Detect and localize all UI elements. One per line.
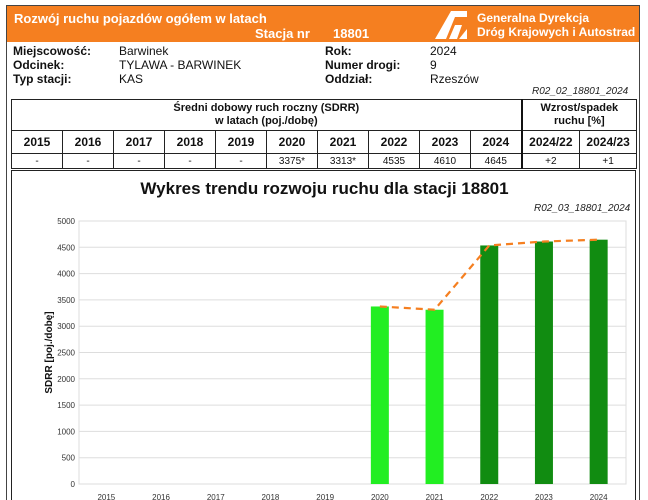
gddkia-road-logo-icon bbox=[435, 11, 467, 39]
y-tick-label: 3500 bbox=[57, 296, 75, 305]
bar-2024 bbox=[589, 239, 608, 484]
chart-title: Wykres trendu rozwoju ruchu dla stacji 1… bbox=[140, 179, 509, 198]
year-header: 2019 bbox=[215, 130, 267, 154]
year-header: 2015 bbox=[11, 130, 63, 154]
year-header: 2016 bbox=[62, 130, 114, 154]
org-name-line1: Generalna Dyrekcja bbox=[477, 11, 590, 25]
y-axis-label: SDRR [poj./dobę] bbox=[44, 311, 55, 393]
branch-value: Rzeszów bbox=[430, 72, 479, 86]
chart-code: R02_03_18801_2024 bbox=[534, 203, 631, 214]
trend-chart: 0 500 1000 1500 2000 2500 3000 3500 4000 4500 5000… bbox=[44, 217, 627, 500]
road-number-label: Numer drogi: bbox=[325, 58, 401, 72]
growth-period-header: 2024/22 bbox=[520, 130, 581, 154]
x-tick-label: 2022 bbox=[480, 493, 498, 500]
year-value: 2024 bbox=[430, 44, 457, 58]
y-tick-label: 0 bbox=[71, 480, 76, 489]
road-number-value: 9 bbox=[430, 58, 437, 72]
growth-header: Wzrost/spadek ruchu [%] bbox=[520, 99, 638, 131]
x-tick-label: 2015 bbox=[97, 493, 115, 500]
sdrr-value: - bbox=[164, 153, 216, 169]
report-page: Rozwój ruchu pojazdów ogółem w latach St… bbox=[6, 5, 640, 500]
year-header: 2021 bbox=[317, 130, 369, 154]
table-code: R02_02_18801_2024 bbox=[532, 86, 629, 97]
y-tick-label: 1000 bbox=[57, 427, 75, 436]
growth-value: +1 bbox=[579, 153, 638, 169]
y-tick-label: 500 bbox=[62, 454, 76, 463]
sdrr-value: 4535 bbox=[368, 153, 420, 169]
y-tick-label: 2000 bbox=[57, 375, 75, 384]
sdrr-header: Średni dobowy ruch roczny (SDRR) w latac… bbox=[10, 99, 523, 131]
sdrr-value: - bbox=[215, 153, 267, 169]
year-header: 2018 bbox=[164, 130, 216, 154]
bar-2021 bbox=[425, 309, 444, 484]
station-label: Stacja nr bbox=[255, 26, 310, 41]
sdrr-header-line1: Średni dobowy ruch roczny (SDRR) bbox=[173, 102, 360, 114]
chart-area: 0 500 1000 1500 2000 2500 3000 3500 4000 4500 5000… bbox=[11, 170, 636, 500]
x-tick-label: 2023 bbox=[535, 493, 553, 500]
year-header: 2022 bbox=[368, 130, 420, 154]
x-tick-label: 2021 bbox=[426, 493, 444, 500]
y-tick-label: 1500 bbox=[57, 401, 75, 410]
year-header: 2020 bbox=[266, 130, 318, 154]
station-type-value: KAS bbox=[119, 72, 144, 86]
x-tick-label: 2016 bbox=[152, 493, 170, 500]
y-tick-label: 2500 bbox=[57, 349, 75, 358]
year-header: 2017 bbox=[113, 130, 165, 154]
branch-label: Oddział: bbox=[325, 72, 373, 86]
sdrr-value: 3313* bbox=[317, 153, 369, 169]
x-tick-label: 2018 bbox=[262, 493, 280, 500]
section-label: Odcinek: bbox=[13, 58, 65, 72]
place-label: Miejscowość: bbox=[13, 44, 92, 58]
growth-header-line1: Wzrost/spadek bbox=[540, 102, 619, 114]
y-tick-label: 5000 bbox=[57, 217, 75, 226]
x-tick-label: 2024 bbox=[590, 493, 608, 500]
year-header: 2024 bbox=[469, 130, 523, 154]
report-title: Rozwój ruchu pojazdów ogółem w latach bbox=[14, 11, 267, 26]
bar-2023 bbox=[534, 241, 553, 484]
growth-period-header: 2024/23 bbox=[579, 130, 638, 154]
sdrr-table: Średni dobowy ruch roczny (SDRR) w latac… bbox=[10, 99, 638, 169]
x-tick-label: 2019 bbox=[316, 493, 334, 500]
y-tick-label: 4000 bbox=[57, 270, 75, 279]
x-tick-label: 2020 bbox=[371, 493, 389, 500]
growth-header-line2: ruchu [%] bbox=[554, 115, 605, 127]
sdrr-value: 4610 bbox=[419, 153, 471, 169]
org-name-line2: Dróg Krajowych i Autostrad bbox=[477, 25, 636, 39]
station-type-label: Typ stacji: bbox=[13, 72, 72, 86]
x-tick-label: 2017 bbox=[207, 493, 225, 500]
sdrr-value: - bbox=[62, 153, 114, 169]
year-label: Rok: bbox=[325, 44, 352, 58]
y-tick-label: 4500 bbox=[57, 243, 75, 252]
sdrr-value: 3375* bbox=[266, 153, 318, 169]
station-number: 18801 bbox=[333, 26, 370, 41]
sdrr-header-line2: w latach (poj./dobę) bbox=[214, 115, 318, 127]
sdrr-value: 4645 bbox=[469, 153, 523, 169]
sdrr-value: - bbox=[11, 153, 63, 169]
growth-value: +2 bbox=[520, 153, 581, 169]
sdrr-value: - bbox=[113, 153, 165, 169]
place-value: Barwinek bbox=[119, 44, 169, 58]
bar-2022 bbox=[480, 245, 499, 484]
report-header: Rozwój ruchu pojazdów ogółem w latach St… bbox=[7, 6, 639, 42]
bar-2020 bbox=[370, 306, 389, 484]
year-header: 2023 bbox=[419, 130, 471, 154]
y-tick-label: 3000 bbox=[57, 322, 75, 331]
section-value: TYLAWA - BARWINEK bbox=[119, 58, 242, 72]
